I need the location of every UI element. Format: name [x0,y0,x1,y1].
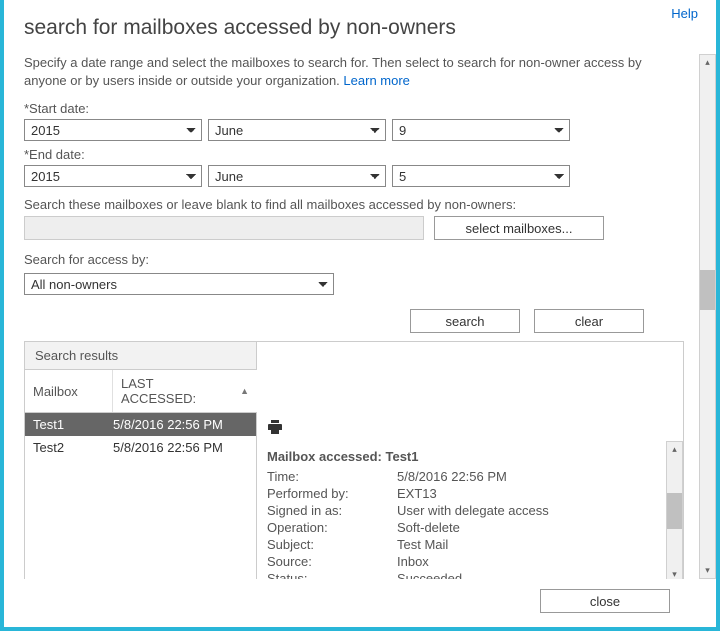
start-year-select[interactable]: 2015 [24,119,202,141]
results-rows: Test1 5/8/2016 22:56 PM Test2 5/8/2016 2… [25,413,257,579]
page-scrollbar[interactable]: ▴ ▾ [699,54,716,579]
end-date-label: *End date: [24,147,684,162]
access-by-label: Search for access by: [24,252,684,267]
detail-val: EXT13 [397,486,437,501]
detail-val: Inbox [397,554,429,569]
end-day-select[interactable]: 5 [392,165,570,187]
detail-key: Source: [267,554,397,569]
scroll-up-icon[interactable]: ▴ [700,55,715,70]
row-last: 5/8/2016 22:56 PM [113,440,223,455]
scroll-thumb[interactable] [667,493,682,529]
mailbox-filter-label: Search these mailboxes or leave blank to… [24,197,684,212]
detail-key: Subject: [267,537,397,552]
search-button[interactable]: search [410,309,520,333]
sort-asc-icon: ▲ [240,386,249,396]
detail-val: Soft-delete [397,520,460,535]
select-mailboxes-button[interactable]: select mailboxes... [434,216,604,240]
detail-val: Test Mail [397,537,448,552]
start-month-select[interactable]: June [208,119,386,141]
scroll-down-icon[interactable]: ▾ [667,567,682,579]
table-row[interactable]: Test2 5/8/2016 22:56 PM [25,436,256,459]
detail-key: Operation: [267,520,397,535]
detail-key: Status: [267,571,397,579]
start-date-label: *Start date: [24,101,684,116]
row-mailbox: Test1 [33,417,113,432]
learn-more-link[interactable]: Learn more [343,73,409,88]
detail-val: Succeeded [397,571,462,579]
detail-pane: Mailbox accessed: Test1 Time:5/8/2016 22… [257,413,683,579]
mailbox-filter-input[interactable] [24,216,424,240]
scroll-up-icon[interactable]: ▴ [667,442,682,457]
detail-key: Signed in as: [267,503,397,518]
intro-text: Specify a date range and select the mail… [24,54,664,89]
clear-button[interactable]: clear [534,309,644,333]
page-title: search for mailboxes accessed by non-own… [24,16,684,40]
end-month-select[interactable]: June [208,165,386,187]
print-icon[interactable] [267,419,283,440]
close-button[interactable]: close [540,589,670,613]
intro-body: Specify a date range and select the mail… [24,55,642,88]
results-header: Search results [25,342,257,370]
detail-key: Performed by: [267,486,397,501]
scroll-down-icon[interactable]: ▾ [700,563,715,578]
end-year-select[interactable]: 2015 [24,165,202,187]
detail-key: Time: [267,469,397,484]
access-by-select[interactable]: All non-owners [24,273,334,295]
detail-val: 5/8/2016 22:56 PM [397,469,507,484]
column-last-label: LAST ACCESSED: [121,376,230,406]
detail-scrollbar[interactable]: ▴ ▾ [666,441,683,579]
detail-val: User with delegate access [397,503,549,518]
table-row[interactable]: Test1 5/8/2016 22:56 PM [25,413,256,436]
column-mailbox[interactable]: Mailbox [25,370,113,412]
search-results-panel: Search results Mailbox LAST ACCESSED: ▲ … [24,341,684,579]
column-last-accessed[interactable]: LAST ACCESSED: ▲ [113,370,257,412]
start-day-select[interactable]: 9 [392,119,570,141]
scroll-thumb[interactable] [700,270,715,310]
detail-title: Mailbox accessed: Test1 [267,449,663,464]
row-last: 5/8/2016 22:56 PM [113,417,223,432]
row-mailbox: Test2 [33,440,113,455]
